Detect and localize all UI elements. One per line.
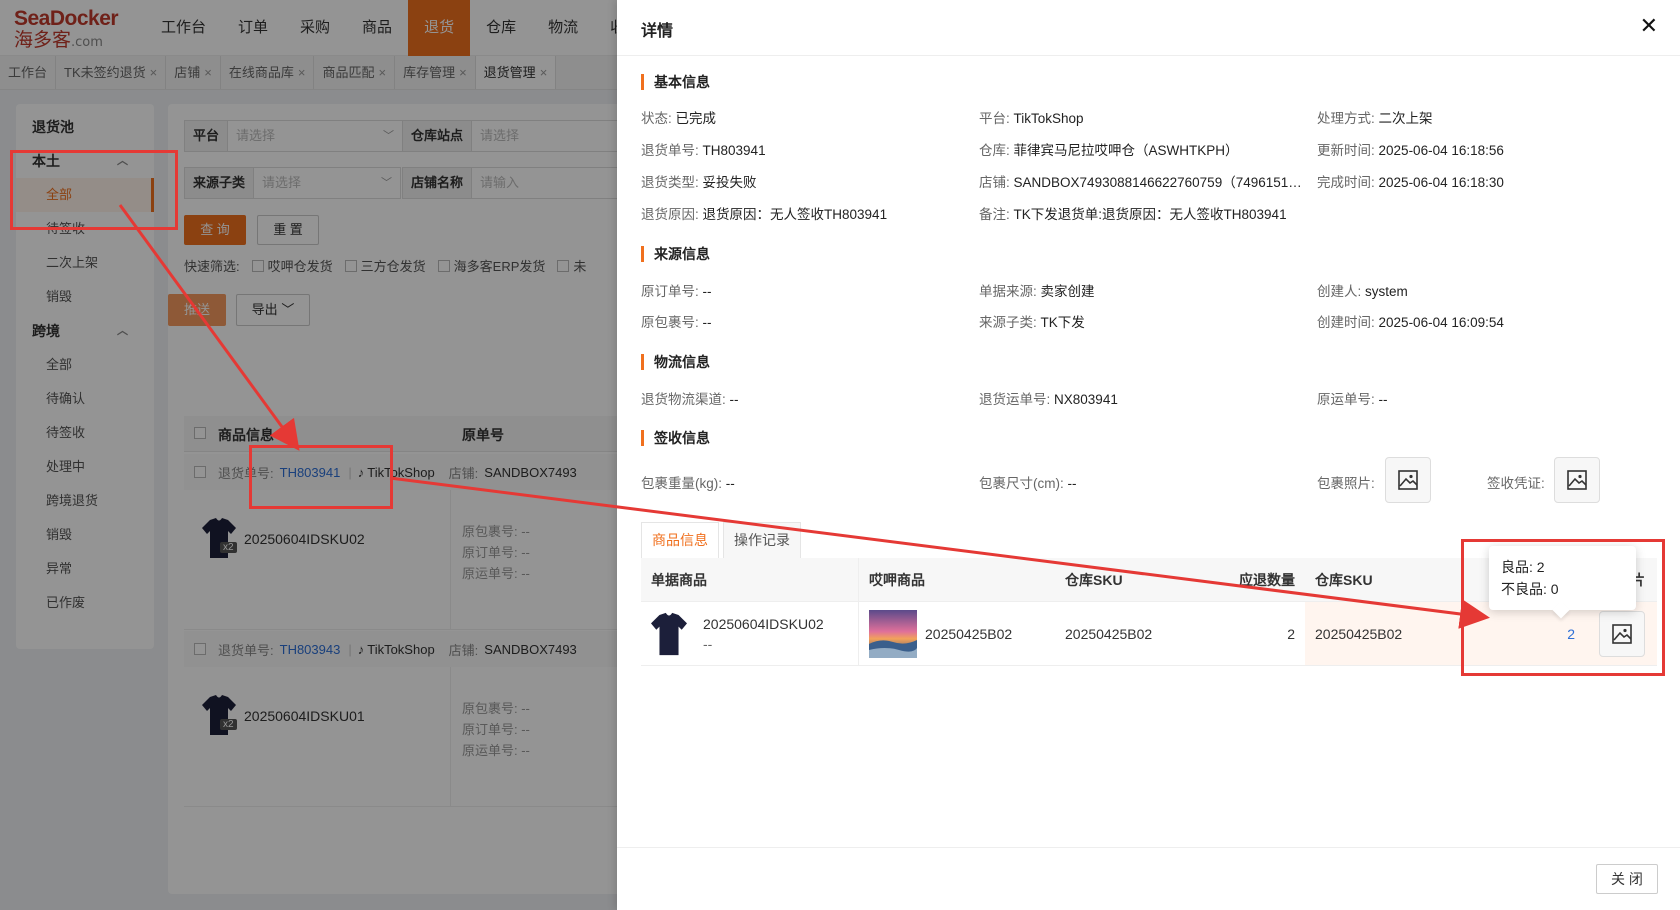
annotation-arrow-2: [389, 476, 1490, 629]
annotation-arrow-1: [118, 204, 300, 451]
annotation-arrows: [118, 204, 1490, 629]
